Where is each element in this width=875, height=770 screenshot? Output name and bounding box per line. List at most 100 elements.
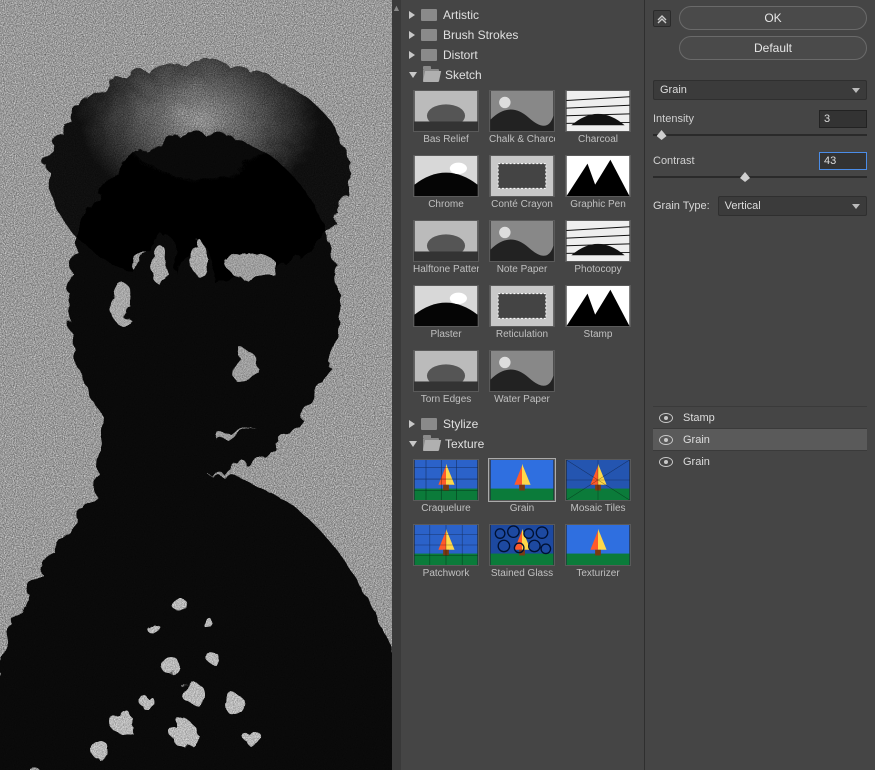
filter-gallery: Artistic Brush Strokes Distort Sketch Ba… (401, 0, 644, 770)
filter-thumb-halftone-pattern[interactable]: Halftone Pattern (413, 220, 479, 275)
thumb-label: Chrome (413, 199, 479, 210)
thumb-label: Photocopy (565, 264, 631, 275)
folder-icon (421, 49, 437, 61)
intensity-slider[interactable] (653, 130, 867, 140)
category-label: Texture (445, 437, 484, 451)
thumb-label: Note Paper (489, 264, 555, 275)
collapse-toggle[interactable] (653, 10, 671, 27)
filter-thumb-note-paper[interactable]: Note Paper (489, 220, 555, 275)
effects-stack-item[interactable]: Grain (653, 450, 867, 472)
filter-thumb-grain[interactable]: Grain (489, 459, 555, 514)
chevron-down-icon (409, 72, 417, 78)
filter-thumb-plaster[interactable]: Plaster (413, 285, 479, 340)
thumb-label: Texturizer (565, 568, 631, 579)
folder-icon (421, 418, 437, 430)
filter-thumb-graphic-pen[interactable]: Graphic Pen (565, 155, 631, 210)
thumb-label: Plaster (413, 329, 479, 340)
visibility-eye-icon[interactable] (659, 435, 673, 445)
thumb-label: Patchwork (413, 568, 479, 579)
pane-resize-handle[interactable]: ▲ (392, 0, 401, 770)
filter-thumb-mosaic-tiles[interactable]: Mosaic Tiles (565, 459, 631, 514)
thumb-label: Torn Edges (413, 394, 479, 405)
effects-stack-item[interactable]: Stamp (653, 406, 867, 428)
category-distort[interactable]: Distort (409, 46, 640, 64)
thumb-label: Water Paper (489, 394, 555, 405)
filter-thumb-craquelure[interactable]: Craquelure (413, 459, 479, 514)
thumb-image (413, 220, 479, 262)
thumb-image (565, 459, 631, 501)
thumb-label: Mosaic Tiles (565, 503, 631, 514)
category-label: Sketch (445, 68, 482, 82)
effects-stack: Stamp Grain Grain (653, 406, 867, 472)
category-stylize[interactable]: Stylize (409, 415, 640, 433)
category-brush-strokes[interactable]: Brush Strokes (409, 26, 640, 44)
thumb-image (413, 350, 479, 392)
thumb-image (489, 524, 555, 566)
chevron-right-icon (409, 31, 415, 39)
contrast-slider[interactable] (653, 172, 867, 182)
intensity-input[interactable] (819, 110, 867, 128)
filter-name-value: Grain (660, 84, 687, 96)
category-label: Stylize (443, 417, 478, 431)
chevron-right-icon (409, 51, 415, 59)
grain-type-label: Grain Type: (653, 200, 710, 212)
filter-thumb-water-paper[interactable]: Water Paper (489, 350, 555, 405)
thumb-label: Stained Glass (489, 568, 555, 579)
effects-stack-item[interactable]: Grain (653, 428, 867, 450)
filter-thumb-torn-edges[interactable]: Torn Edges (413, 350, 479, 405)
default-button[interactable]: Default (679, 36, 867, 60)
settings-panel: OK Default Grain Intensity Contrast Grai… (644, 0, 875, 770)
chevron-down-icon (852, 204, 860, 209)
folder-open-icon (423, 69, 439, 81)
thumb-image (565, 155, 631, 197)
chevron-right-icon (409, 420, 415, 428)
category-label: Artistic (443, 8, 479, 22)
filter-thumb-chalk-charcoal[interactable]: Chalk & Charcoal (489, 90, 555, 145)
category-label: Distort (443, 48, 478, 62)
default-label: Default (754, 41, 792, 55)
grain-type-value: Vertical (725, 200, 761, 212)
visibility-eye-icon[interactable] (659, 413, 673, 423)
filter-thumb-cont-crayon[interactable]: Conté Crayon (489, 155, 555, 210)
ok-button[interactable]: OK (679, 6, 867, 30)
contrast-input[interactable] (819, 152, 867, 170)
effects-stack-label: Stamp (683, 412, 715, 424)
filter-thumb-patchwork[interactable]: Patchwork (413, 524, 479, 579)
contrast-label: Contrast (653, 155, 695, 167)
grain-type-dropdown[interactable]: Vertical (718, 196, 867, 216)
folder-icon (421, 9, 437, 21)
thumb-label: Craquelure (413, 503, 479, 514)
filter-thumb-bas-relief[interactable]: Bas Relief (413, 90, 479, 145)
thumb-label: Graphic Pen (565, 199, 631, 210)
category-artistic[interactable]: Artistic (409, 6, 640, 24)
filter-thumb-stamp[interactable]: Stamp (565, 285, 631, 340)
filter-name-dropdown[interactable]: Grain (653, 80, 867, 100)
filter-thumb-charcoal[interactable]: Charcoal (565, 90, 631, 145)
chevron-down-icon (409, 441, 417, 447)
filter-thumb-stained-glass[interactable]: Stained Glass (489, 524, 555, 579)
chevron-right-icon (409, 11, 415, 19)
thumb-label: Grain (489, 503, 555, 514)
category-label: Brush Strokes (443, 28, 518, 42)
category-texture[interactable]: Texture Craquelure Grain Mosaic Tiles Patch… (409, 435, 640, 587)
effects-stack-label: Grain (683, 434, 710, 446)
filter-thumb-texturizer[interactable]: Texturizer (565, 524, 631, 579)
thumb-label: Chalk & Charcoal (489, 134, 555, 145)
thumb-label: Stamp (565, 329, 631, 340)
thumb-image (565, 285, 631, 327)
filter-thumb-photocopy[interactable]: Photocopy (565, 220, 631, 275)
category-sketch[interactable]: Sketch Bas Relief Chalk & Charcoal Charcoa… (409, 66, 640, 413)
filter-thumb-reticulation[interactable]: Reticulation (489, 285, 555, 340)
filter-thumb-chrome[interactable]: Chrome (413, 155, 479, 210)
thumb-image (489, 90, 555, 132)
thumb-image (489, 285, 555, 327)
thumb-label: Bas Relief (413, 134, 479, 145)
thumb-image (489, 155, 555, 197)
preview-pane (0, 0, 392, 770)
thumb-label: Charcoal (565, 134, 631, 145)
thumb-image (413, 90, 479, 132)
thumb-label: Halftone Pattern (413, 264, 479, 275)
thumb-image (565, 90, 631, 132)
thumb-label: Conté Crayon (489, 199, 555, 210)
visibility-eye-icon[interactable] (659, 457, 673, 467)
